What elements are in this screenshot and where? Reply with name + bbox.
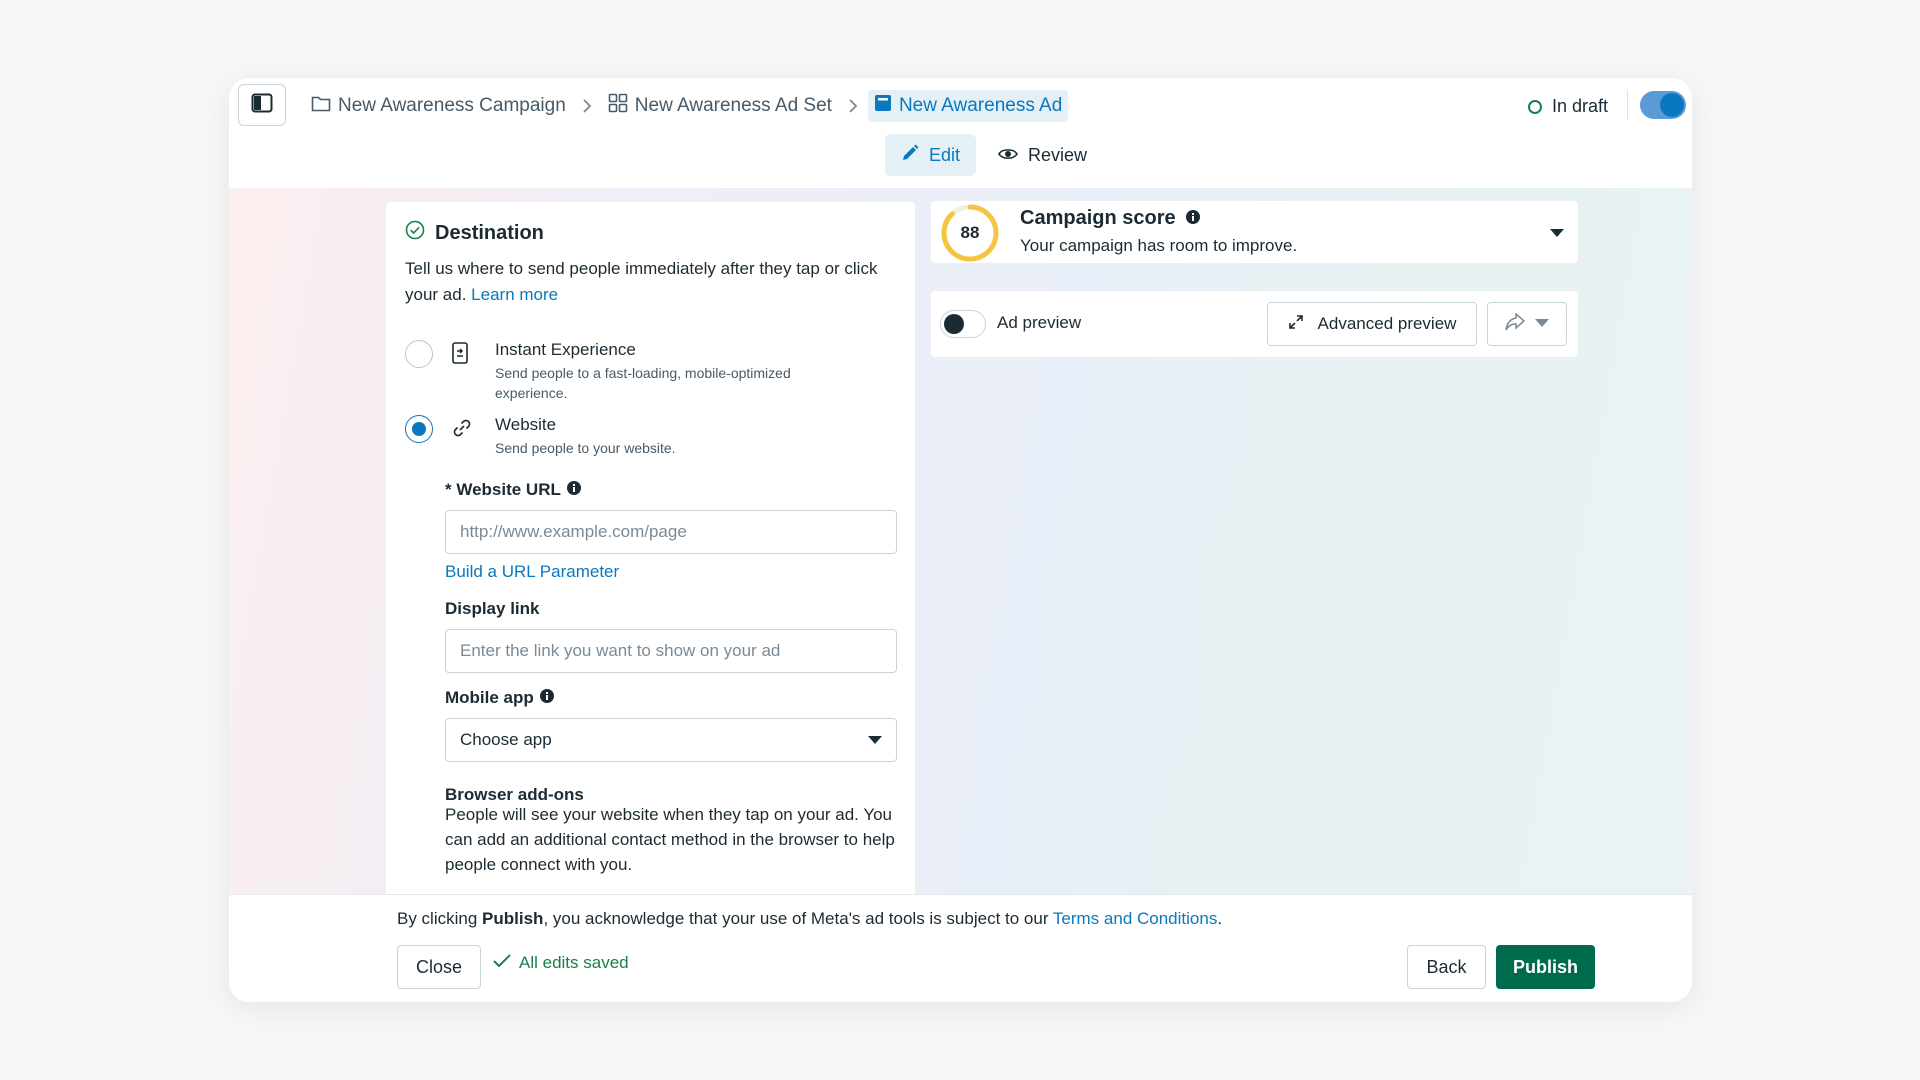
chevron-right-icon: [582, 99, 592, 113]
instant-experience-radio[interactable]: [405, 340, 433, 368]
button-label: Advanced preview: [1317, 314, 1457, 333]
divider: [1627, 90, 1628, 120]
link-icon: [451, 415, 475, 458]
terms-link[interactable]: Terms and Conditions: [1053, 909, 1217, 928]
option-text: Instant Experience Send people to a fast…: [495, 340, 835, 403]
destination-card: Destination Tell us where to send people…: [386, 202, 915, 894]
build-url-parameter-link[interactable]: Build a URL Parameter: [445, 562, 619, 582]
website-url-label: * Website URL: [445, 480, 581, 500]
top-bar: New Awareness Campaign New Awareness Ad …: [229, 78, 1692, 188]
mode-tabs: Edit Review: [885, 134, 1103, 176]
publish-button[interactable]: Publish: [1496, 945, 1595, 989]
score-subtitle: Your campaign has room to improve.: [1020, 236, 1298, 255]
learn-more-link[interactable]: Learn more: [471, 285, 558, 304]
phone-icon: [451, 340, 475, 403]
breadcrumb-label: New Awareness Ad Set: [634, 95, 832, 116]
save-status: All edits saved: [493, 953, 629, 973]
folder-icon: [311, 94, 331, 118]
breadcrumb-label: New Awareness Ad: [898, 95, 1063, 116]
footer-bar: By clicking Publish, you acknowledge tha…: [229, 894, 1692, 1002]
option-title: Instant Experience: [495, 340, 636, 359]
campaign-score-card[interactable]: 88 Campaign score Your campaign has room…: [931, 201, 1578, 263]
breadcrumb-ad[interactable]: New Awareness Ad: [867, 90, 1069, 122]
mobile-app-label: Mobile app: [445, 688, 554, 708]
panel-toggle-button[interactable]: [238, 84, 286, 126]
mobile-app-select[interactable]: Choose app: [445, 718, 897, 762]
option-subtitle: Send people to your website.: [495, 440, 676, 456]
website-radio[interactable]: [405, 415, 433, 443]
close-button[interactable]: Close: [397, 945, 481, 989]
tab-label: Edit: [929, 144, 961, 165]
draft-status: In draft: [1527, 96, 1608, 117]
ad-preview-card: Ad preview Advanced preview: [931, 291, 1578, 357]
toggle-knob: [944, 314, 964, 334]
tab-label: Review: [1028, 144, 1088, 165]
legal-middle: , you acknowledge that your use of Meta'…: [543, 909, 1049, 928]
website-url-input[interactable]: [445, 510, 897, 554]
score-title: Campaign score: [1020, 207, 1200, 230]
option-text: Website Send people to your website.: [495, 415, 835, 458]
info-icon[interactable]: [566, 480, 581, 500]
radio-dot: [412, 422, 426, 436]
status-dot-icon: [1527, 99, 1542, 114]
status-label: In draft: [1551, 96, 1608, 116]
toggle-knob: [1660, 93, 1684, 117]
chevron-right-icon: [848, 99, 858, 113]
tab-review[interactable]: Review: [982, 134, 1103, 176]
pencil-icon: [901, 144, 919, 167]
option-title: Website: [495, 415, 557, 434]
ad-icon: [874, 94, 892, 118]
display-link-label: Display link: [445, 599, 539, 619]
share-dropdown-button[interactable]: [1487, 302, 1567, 346]
legal-bold: Publish: [482, 909, 544, 928]
caret-down-icon: [868, 730, 882, 750]
ad-editor-window: New Awareness Campaign New Awareness Ad …: [229, 78, 1692, 1002]
score-title-text: Campaign score: [1020, 207, 1176, 229]
score-value: 88: [960, 223, 980, 242]
share-icon: [1505, 311, 1526, 336]
advanced-preview-button[interactable]: Advanced preview: [1267, 302, 1477, 346]
legal-prefix: By clicking: [397, 909, 478, 928]
breadcrumb: New Awareness Campaign New Awareness Ad …: [305, 89, 1069, 123]
browser-addons-description: People will see your website when they t…: [445, 805, 895, 874]
caret-down-icon: [1535, 315, 1549, 333]
check-circle-icon: [405, 220, 425, 246]
option-instant-experience[interactable]: Instant Experience Send people to a fast…: [405, 340, 835, 403]
section-title: Destination: [435, 221, 544, 244]
info-icon[interactable]: [539, 688, 554, 708]
destination-description: Tell us where to send people immediately…: [405, 256, 885, 308]
option-subtitle: Send people to a fast-loading, mobile-op…: [495, 365, 791, 401]
label-text: Display link: [445, 599, 540, 618]
caret-down-icon[interactable]: [1550, 225, 1564, 243]
ad-preview-label: Ad preview: [997, 313, 1082, 332]
label-text: Mobile app: [445, 688, 534, 707]
ad-preview-toggle[interactable]: [940, 310, 986, 338]
checkmark-icon: [493, 953, 511, 973]
eye-icon: [998, 145, 1018, 166]
tab-edit[interactable]: Edit: [885, 134, 977, 176]
ad-on-off-toggle[interactable]: [1640, 91, 1686, 119]
expand-icon: [1288, 314, 1304, 335]
breadcrumb-campaign[interactable]: New Awareness Campaign: [305, 90, 572, 122]
breadcrumb-label: New Awareness Campaign: [338, 95, 566, 116]
legal-notice: By clicking Publish, you acknowledge tha…: [397, 909, 1222, 929]
save-status-label: All edits saved: [519, 953, 629, 972]
option-website[interactable]: Website Send people to your website.: [405, 415, 835, 458]
sidebar-icon: [251, 93, 273, 118]
display-link-input[interactable]: [445, 629, 897, 673]
editor-content: Destination Tell us where to send people…: [229, 188, 1692, 894]
breadcrumb-ad-set[interactable]: New Awareness Ad Set: [602, 89, 838, 123]
select-value: Choose app: [460, 730, 552, 749]
grid-icon: [608, 93, 628, 119]
label-text: * Website URL: [445, 480, 561, 499]
info-icon[interactable]: [1185, 207, 1200, 230]
legal-end: .: [1217, 909, 1223, 928]
destination-header: Destination: [405, 220, 544, 246]
back-button[interactable]: Back: [1407, 945, 1486, 989]
